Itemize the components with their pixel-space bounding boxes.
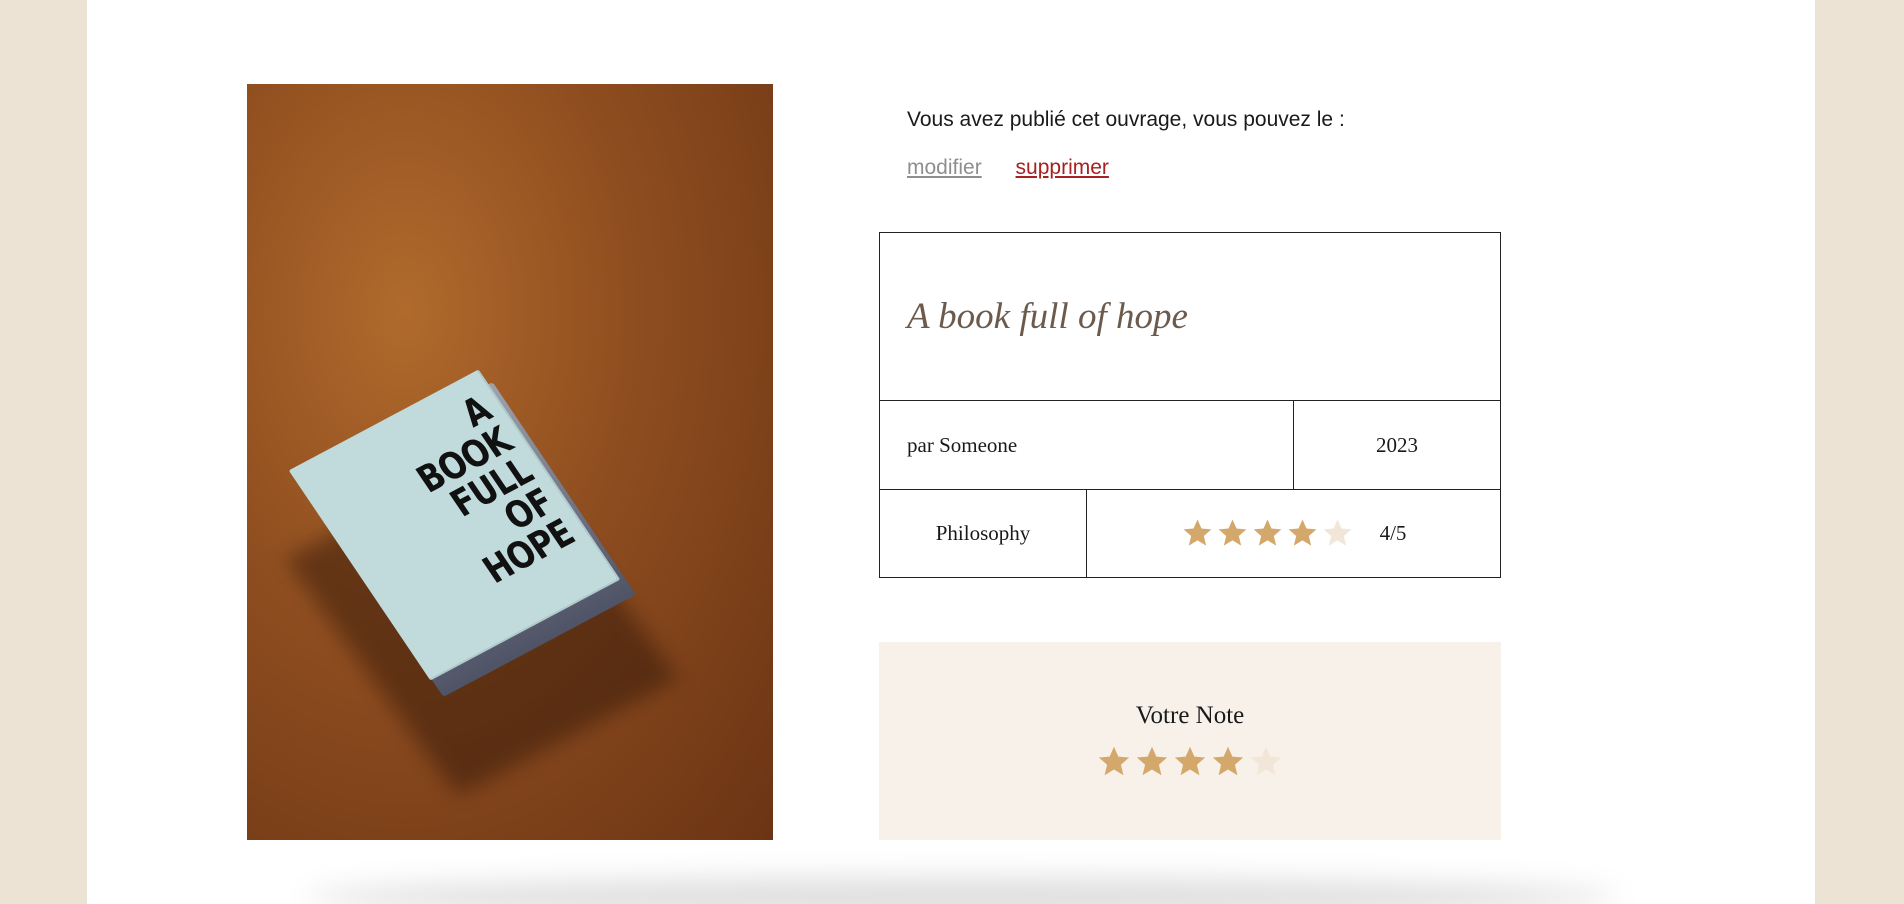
star-filled-icon — [1253, 519, 1281, 546]
book-author: par Someone — [880, 401, 1294, 489]
star-filled-icon[interactable] — [1210, 744, 1246, 780]
delete-link[interactable]: supprimer — [1016, 156, 1109, 179]
user-rating-stars — [1096, 744, 1284, 780]
user-rating-box: Votre Note — [879, 642, 1501, 840]
book-info-table: A book full of hope par Someone 2023 Phi… — [879, 232, 1501, 578]
owner-actions: modifier supprimer — [907, 156, 1137, 180]
footer-shadow — [307, 878, 1617, 904]
average-rating: 4/5 — [1087, 490, 1500, 577]
star-filled-icon — [1288, 519, 1316, 546]
star-filled-icon[interactable] — [1172, 744, 1208, 780]
edit-link[interactable]: modifier — [907, 156, 982, 179]
star-empty-icon[interactable] — [1248, 744, 1284, 780]
average-rating-label: 4/5 — [1379, 521, 1407, 545]
star-empty-icon — [1323, 519, 1351, 546]
star-filled-icon — [1218, 519, 1246, 546]
book-genre: Philosophy — [880, 490, 1087, 577]
genre-rating-row: Philosophy 4/5 — [880, 489, 1500, 577]
book-cover-text: A BOOK FULL OF HOPE — [368, 388, 582, 603]
title-row: A book full of hope — [880, 233, 1500, 401]
book-title: A book full of hope — [907, 296, 1188, 337]
owner-message: Vous avez publié cet ouvrage, vous pouve… — [907, 108, 1345, 131]
user-rating-title: Votre Note — [1135, 702, 1245, 729]
star-filled-icon[interactable] — [1096, 744, 1132, 780]
author-year-row: par Someone 2023 — [880, 401, 1500, 489]
star-filled-icon[interactable] — [1134, 744, 1170, 780]
average-rating-stars — [1181, 517, 1354, 550]
book-year: 2023 — [1376, 432, 1418, 457]
star-filled-icon — [1183, 519, 1211, 546]
book-cover-image: A BOOK FULL OF HOPE — [247, 84, 773, 840]
book-detail-page: A BOOK FULL OF HOPE Vous avez publié cet… — [87, 0, 1815, 904]
